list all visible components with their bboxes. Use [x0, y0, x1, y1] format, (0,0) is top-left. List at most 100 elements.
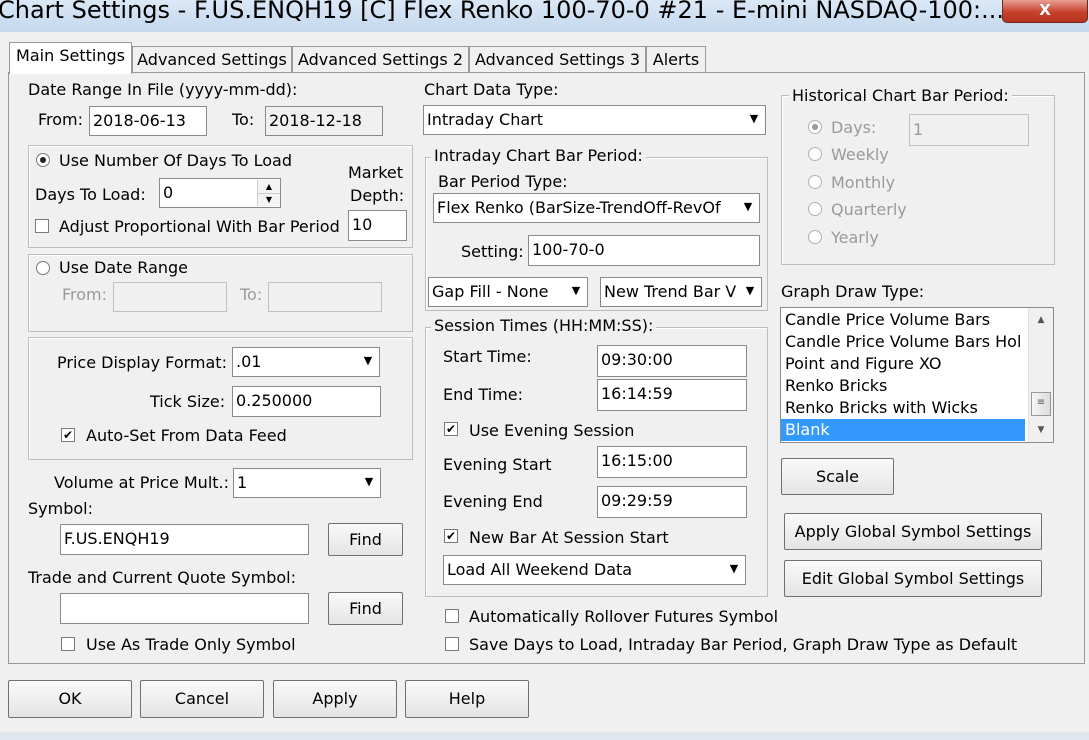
tab-advanced-settings[interactable]: Advanced Settings: [132, 46, 292, 73]
find-symbol-button[interactable]: Find: [328, 523, 403, 556]
days-to-load-label: Days To Load:: [35, 185, 146, 204]
close-button[interactable]: X: [1002, 0, 1088, 23]
days-spinner[interactable]: ▲ ▼: [257, 180, 280, 206]
scroll-up-icon[interactable]: ▲: [1029, 310, 1053, 330]
yearly-radio[interactable]: [808, 230, 822, 244]
list-item[interactable]: Renko Bricks with Wicks: [781, 397, 1025, 419]
chevron-down-icon: ▼: [743, 200, 753, 213]
weekly-radio[interactable]: [808, 147, 822, 161]
list-item[interactable]: Point and Figure XO: [781, 353, 1025, 375]
ok-button[interactable]: OK: [8, 680, 132, 718]
price-format-select[interactable]: .01 ▼: [232, 347, 380, 377]
scale-button[interactable]: Scale: [781, 458, 894, 495]
chevron-down-icon: ▼: [745, 284, 755, 297]
chevron-down-icon: ▼: [363, 354, 373, 367]
cancel-button[interactable]: Cancel: [140, 680, 264, 718]
evening-session-label: Use Evening Session: [469, 421, 635, 440]
use-date-range-label: Use Date Range: [59, 258, 189, 277]
end-time-field[interactable]: 16:14:59: [597, 379, 747, 411]
autoset-checkbox[interactable]: ✔: [61, 428, 75, 442]
tab-advanced-settings-2[interactable]: Advanced Settings 2: [292, 46, 469, 73]
from-date-field[interactable]: 2018-06-13: [89, 106, 207, 136]
trade-symbol-field[interactable]: [60, 593, 309, 624]
list-item[interactable]: Candle Price Volume Bars Hol: [781, 331, 1025, 353]
apply-global-button[interactable]: Apply Global Symbol Settings: [784, 513, 1042, 550]
evening-start-field[interactable]: 16:15:00: [597, 446, 747, 478]
date-range-heading: Date Range In File (yyyy-mm-dd):: [28, 80, 298, 99]
quarterly-option-label: Quarterly: [831, 200, 907, 219]
evening-end-label: Evening End: [443, 492, 543, 511]
evening-end-field[interactable]: 09:29:59: [597, 486, 747, 518]
market-depth-label-1: Market: [348, 163, 403, 182]
spinner-down-icon[interactable]: ▼: [258, 194, 280, 206]
chart-data-type-label: Chart Data Type:: [424, 80, 559, 99]
chevron-down-icon: ▼: [364, 475, 374, 488]
chart-data-type-select[interactable]: Intraday Chart ▼: [423, 105, 766, 135]
weekend-data-value: Load All Weekend Data: [447, 560, 633, 579]
symbol-field[interactable]: F.US.ENQH19: [60, 524, 309, 555]
save-default-checkbox[interactable]: [445, 637, 459, 651]
monthly-radio[interactable]: [808, 175, 822, 189]
volume-mult-select[interactable]: 1 ▼: [233, 468, 381, 498]
volume-mult-value: 1: [237, 473, 248, 492]
range-from-label: From:: [62, 285, 108, 304]
list-scrollbar[interactable]: ▲ ≡ ▼: [1028, 308, 1053, 442]
title-bar: Chart Settings - F.US.ENQH19 [C] Flex Re…: [0, 0, 1089, 32]
use-date-range-radio[interactable]: [36, 261, 50, 275]
gap-fill-value: Gap Fill - None: [432, 282, 549, 301]
list-item[interactable]: Renko Bricks: [781, 375, 1025, 397]
new-trend-bar-select[interactable]: New Trend Bar V ▼: [600, 277, 762, 307]
graph-draw-type-label: Graph Draw Type:: [781, 282, 925, 301]
market-depth-label-2: Depth:: [350, 186, 405, 205]
volume-mult-label: Volume at Price Mult.:: [54, 473, 230, 492]
market-depth-field[interactable]: 10: [348, 210, 407, 241]
graph-draw-type-list[interactable]: Candle Price Volume Bars Candle Price Vo…: [780, 307, 1054, 443]
setting-field[interactable]: 100-70-0: [528, 235, 760, 266]
list-item[interactable]: Candle Price Volume Bars: [781, 309, 1025, 331]
window-title: Chart Settings - F.US.ENQH19 [C] Flex Re…: [0, 0, 1005, 24]
tick-size-field[interactable]: 0.250000: [232, 386, 381, 417]
new-bar-session-label: New Bar At Session Start: [469, 528, 669, 547]
session-group-title: Session Times (HH:MM:SS):: [431, 316, 657, 335]
evening-start-label: Evening Start: [443, 455, 552, 474]
quarterly-radio[interactable]: [808, 202, 822, 216]
to-date-field[interactable]: 2018-12-18: [265, 106, 383, 136]
apply-button[interactable]: Apply: [273, 680, 397, 718]
chart-data-type-value: Intraday Chart: [427, 110, 543, 129]
trade-only-checkbox[interactable]: [61, 637, 75, 651]
adjust-proportional-label: Adjust Proportional With Bar Period: [59, 217, 340, 236]
start-time-field[interactable]: 09:30:00: [597, 345, 747, 377]
chevron-down-icon: ▼: [749, 112, 759, 125]
find-trade-symbol-button[interactable]: Find: [328, 592, 403, 625]
weekend-data-select[interactable]: Load All Weekend Data ▼: [443, 555, 746, 585]
from-label: From:: [38, 110, 84, 129]
help-button[interactable]: Help: [405, 680, 529, 718]
use-days-radio[interactable]: [36, 153, 50, 167]
intraday-group-title: Intraday Chart Bar Period:: [431, 146, 646, 165]
to-label: To:: [232, 110, 255, 129]
yearly-option-label: Yearly: [831, 228, 879, 247]
scroll-thumb[interactable]: ≡: [1031, 392, 1051, 416]
historical-days-field[interactable]: 1: [909, 114, 1029, 146]
edit-global-button[interactable]: Edit Global Symbol Settings: [784, 560, 1042, 597]
range-to-field[interactable]: [268, 282, 382, 312]
days-radio[interactable]: [808, 120, 822, 134]
bar-period-type-select[interactable]: Flex Renko (BarSize-TrendOff-RevOf ▼: [433, 193, 760, 223]
tab-advanced-settings-3[interactable]: Advanced Settings 3: [469, 46, 646, 73]
save-default-label: Save Days to Load, Intraday Bar Period, …: [469, 635, 1018, 654]
end-time-label: End Time:: [443, 385, 524, 404]
spinner-up-icon[interactable]: ▲: [258, 180, 280, 194]
tick-size-label: Tick Size:: [150, 392, 226, 411]
tab-alerts[interactable]: Alerts: [646, 46, 706, 73]
tab-main-settings[interactable]: Main Settings: [9, 42, 132, 74]
bar-period-type-value: Flex Renko (BarSize-TrendOff-RevOf: [437, 198, 721, 217]
monthly-option-label: Monthly: [831, 173, 896, 192]
evening-session-checkbox[interactable]: ✔: [444, 422, 458, 436]
range-from-field[interactable]: [113, 282, 227, 312]
new-bar-session-checkbox[interactable]: ✔: [444, 529, 458, 543]
rollover-checkbox[interactable]: [445, 609, 459, 623]
scroll-down-icon[interactable]: ▼: [1029, 420, 1053, 440]
gap-fill-select[interactable]: Gap Fill - None ▼: [428, 277, 588, 307]
adjust-proportional-checkbox[interactable]: [35, 219, 49, 233]
list-item-selected[interactable]: Blank: [781, 419, 1025, 441]
